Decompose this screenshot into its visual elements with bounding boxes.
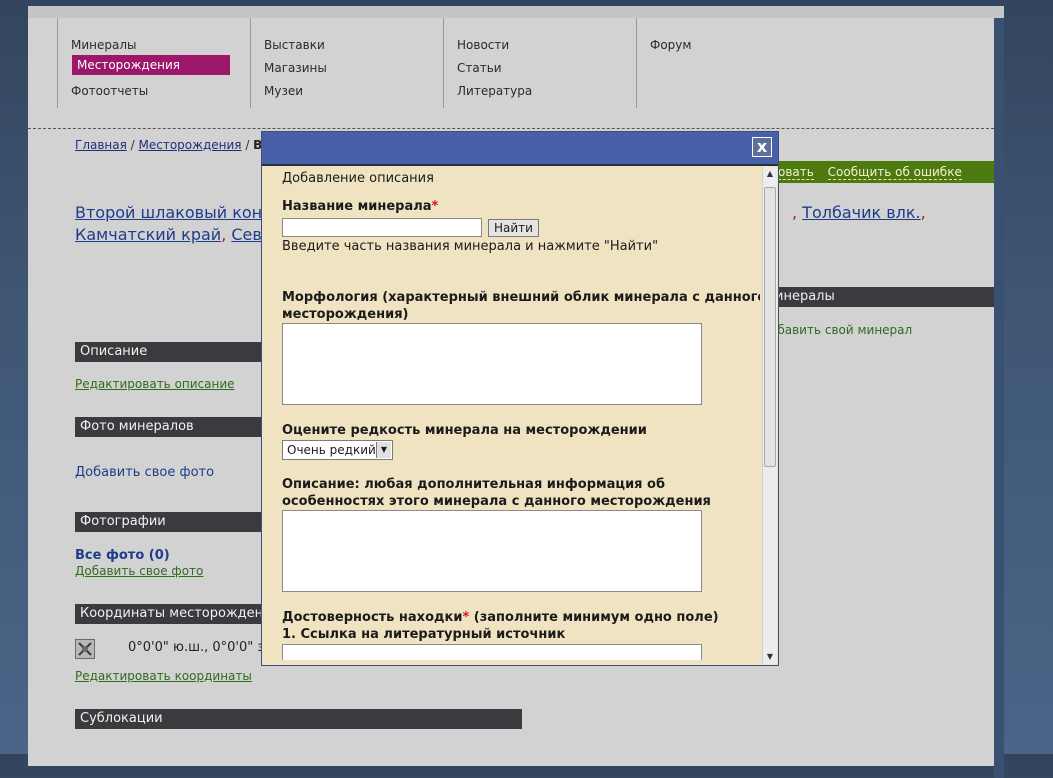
nav-literature[interactable]: Литература (457, 84, 532, 98)
title-sep: , (792, 203, 803, 222)
breadcrumb-home[interactable]: Главная (75, 138, 127, 152)
nav-column-1: Минералы Месторождения Фотоотчеты (57, 18, 251, 108)
nav-forum[interactable]: Форум (650, 38, 691, 52)
map-pin-icon (75, 639, 95, 659)
add-mineral-link[interactable]: обавить свой минерал (770, 323, 912, 337)
title-link-region[interactable]: Камчатский край (75, 225, 221, 244)
coordinates-value: 0°0'0" ю.ш., 0°0'0" з (128, 640, 265, 655)
right-edge (994, 18, 1004, 778)
literature-label: 1. Ссылка на литературный источник (282, 627, 566, 642)
nav-deposits[interactable]: Месторождения (72, 55, 230, 75)
add-photo-link-2[interactable]: Добавить свое фото (75, 564, 203, 578)
scroll-down-icon[interactable]: ▼ (765, 652, 775, 662)
dialog-body: Добавление описания Название минерала* Н… (282, 170, 760, 660)
literature-input[interactable] (282, 644, 702, 660)
rarity-select-value: Очень редкий (287, 443, 376, 457)
page-title-right: , Толбачик влк., (792, 202, 926, 224)
nav-articles[interactable]: Статьи (457, 61, 502, 75)
add-description-dialog: x Добавление описания Название минерала*… (261, 131, 779, 666)
scroll-up-icon[interactable]: ▲ (765, 169, 775, 179)
nav-divider (28, 128, 994, 129)
edit-link[interactable]: овать (778, 165, 814, 180)
nav-column-3: Новости Статьи Литература (443, 18, 637, 108)
mineral-name-input[interactable] (282, 218, 482, 237)
add-photo-link[interactable]: Добавить свое фото (75, 465, 214, 480)
nav-museums[interactable]: Музеи (264, 84, 303, 98)
dialog-scrollbar[interactable]: ▲ ▼ (762, 167, 777, 664)
nav-photo-reports[interactable]: Фотоотчеты (71, 84, 148, 98)
top-stripe (28, 6, 1004, 18)
report-error-link[interactable]: Сообщить об ошибке (827, 165, 962, 180)
breadcrumb-deposits[interactable]: Месторождения (139, 138, 242, 152)
rarity-select[interactable]: Очень редкий ▼ (282, 440, 393, 460)
main-nav: Минералы Месторождения Фотоотчеты Выстав… (57, 18, 994, 108)
nav-news[interactable]: Новости (457, 38, 509, 52)
rarity-label: Оцените редкость минерала на месторожден… (282, 423, 647, 438)
nav-minerals[interactable]: Минералы (71, 38, 137, 52)
section-minerals-right: инералы (770, 287, 994, 307)
mineral-name-hint: Введите часть названия минерала и нажмит… (282, 239, 659, 254)
edit-description-link[interactable]: Редактировать описание (75, 377, 235, 391)
chevron-down-icon: ▼ (376, 442, 391, 458)
description-textarea[interactable] (282, 510, 702, 592)
page-title: Второй шлаковый кону Камчатский край, Се… (75, 203, 272, 244)
edit-coordinates-link[interactable]: Редактировать координаты (75, 669, 252, 683)
mineral-name-label: Название минерала* (282, 199, 439, 214)
find-button[interactable]: Найти (488, 219, 539, 237)
title-link-main[interactable]: Второй шлаковый кону (75, 203, 272, 222)
action-bar: овать Сообщить об ошибке (778, 161, 994, 183)
breadcrumb-sep: / (126, 138, 139, 152)
scroll-thumb[interactable] (764, 187, 776, 467)
nav-shops[interactable]: Магазины (264, 61, 327, 75)
section-sublocations: Сублокации (75, 709, 522, 729)
title-sep: , (920, 203, 926, 222)
nav-column-4: Форум (636, 18, 830, 108)
all-photos-link[interactable]: Все фото (0) (75, 548, 170, 563)
morphology-textarea[interactable] (282, 323, 702, 405)
close-button[interactable]: x (752, 137, 772, 157)
reliability-label: Достоверность находки* (заполните миниму… (282, 610, 719, 625)
dialog-heading: Добавление описания (282, 171, 434, 186)
breadcrumb: Главная / Месторождения / Вто (75, 138, 278, 152)
breadcrumb-sep: / (241, 138, 254, 152)
dialog-header: x (262, 132, 778, 166)
morphology-label: Морфология (характерный внешний облик ми… (282, 290, 760, 322)
description-label: Описание: любая дополнительная информаци… (282, 477, 711, 509)
nav-column-2: Выставки Магазины Музеи (250, 18, 444, 108)
title-link-tolbachik[interactable]: Толбачик влк. (802, 203, 920, 222)
nav-exhibitions[interactable]: Выставки (264, 38, 325, 52)
